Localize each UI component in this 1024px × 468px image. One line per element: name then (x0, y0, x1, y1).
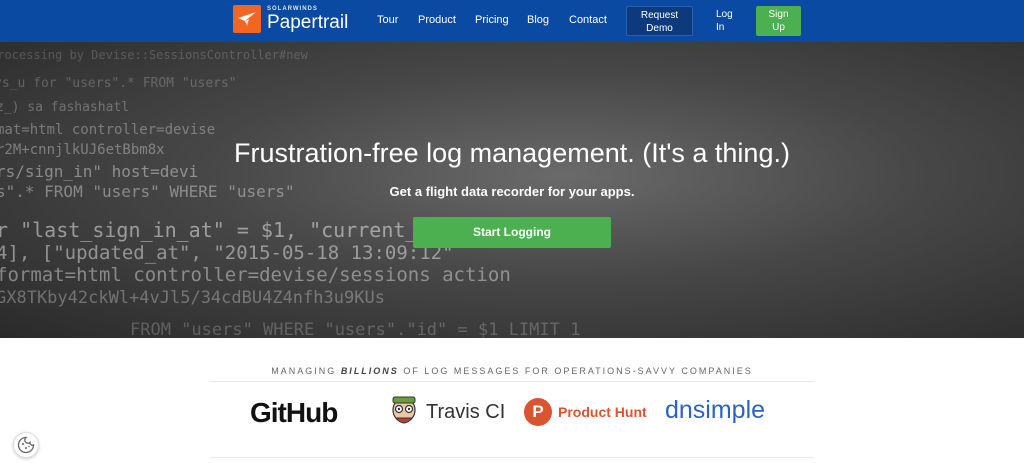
hero-code-line: GX8TKby42ckWl+4vJl5/34cdBU4Z4nfh3u9KUs (0, 288, 385, 308)
nav-link-contact[interactable]: Contact (569, 14, 607, 26)
sign-up-line2: Up (772, 22, 785, 33)
customers-tagline: MANAGING BILLIONS OF LOG MESSAGES FOR OP… (210, 366, 814, 376)
hero-code-line: z_) sa fashashatl (0, 100, 130, 115)
github-logo: GitHub (250, 397, 338, 428)
start-logging-button[interactable]: Start Logging (413, 217, 611, 248)
product-hunt-icon: P (524, 398, 552, 426)
top-navigation: SOLARWINDS Papertrail Tour Product Prici… (0, 0, 1024, 42)
nav-link-tour[interactable]: Tour (377, 14, 398, 26)
request-demo-button[interactable]: Request Demo (626, 6, 693, 36)
login-link[interactable]: Log In (716, 8, 740, 34)
login-line2: In (716, 22, 725, 33)
request-demo-line1: Request (640, 10, 679, 21)
dnsimple-logo: dnsimple (665, 396, 766, 424)
paper-plane-icon (233, 5, 261, 33)
hero-code-line: ys_u for "users".* FROM "users" (0, 76, 237, 91)
login-line1: Log (716, 9, 733, 20)
cookie-icon (17, 436, 35, 454)
logo-name: Papertrail (267, 12, 349, 33)
hero-subtitle: Get a flight data recorder for your apps… (389, 184, 635, 199)
tagline-emphasis: BILLIONS (340, 366, 399, 376)
tagline-suffix: OF LOG MESSAGES FOR OPERATIONS-SAVVY COM… (398, 366, 753, 376)
product-hunt-logo: P Product Hunt (524, 398, 647, 426)
hero-code-line: 4], ["updated_at", "2015-05-18 13:09:12" (0, 242, 454, 264)
papertrail-logo[interactable]: SOLARWINDS Papertrail (233, 5, 348, 33)
hero-code-line: Processing by Devise::SessionsController… (0, 48, 308, 62)
logos-divider (210, 457, 814, 458)
tagline-divider (210, 381, 814, 382)
product-hunt-text: Product Hunt (558, 404, 647, 420)
nav-link-product[interactable]: Product (418, 14, 456, 26)
hero-code-line: format=html controller=devise/sessions a… (0, 264, 511, 286)
hero-code-line: FROM "users" WHERE "users"."id" = $1 LIM… (130, 320, 581, 338)
sign-up-button[interactable]: Sign Up (756, 6, 801, 36)
travis-ci-logo: Travis CI (386, 394, 505, 430)
travis-ci-text: Travis CI (426, 400, 506, 423)
nav-link-blog[interactable]: Blog (527, 14, 549, 26)
cookie-settings-button[interactable] (13, 432, 39, 458)
request-demo-line2: Demo (646, 23, 673, 34)
hero-title: Frustration-free log management. (It's a… (234, 138, 790, 168)
sign-up-line1: Sign (768, 9, 789, 20)
tagline-prefix: MANAGING (271, 366, 341, 376)
travis-mascot-icon (392, 396, 416, 424)
nav-link-pricing[interactable]: Pricing (475, 14, 509, 26)
hero-section: Processing by Devise::SessionsController… (0, 42, 1024, 338)
hero-code-line: mat=html controller=devise (0, 122, 216, 138)
